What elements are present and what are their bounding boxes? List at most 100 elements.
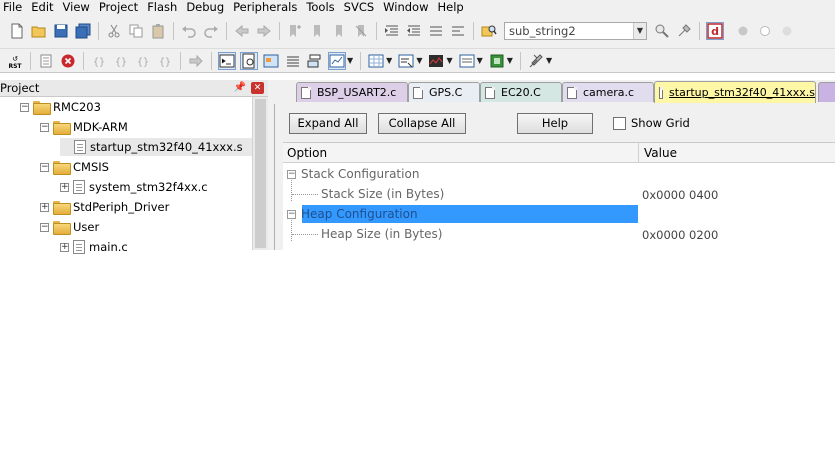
breakpoint-clear-icon[interactable]: [778, 22, 796, 40]
breakpoint-enable-icon[interactable]: [756, 22, 774, 40]
find-in-files-icon[interactable]: [480, 22, 498, 40]
toolbox-dropdown-icon[interactable]: ▼: [546, 56, 552, 65]
menu-debug[interactable]: Debug: [183, 0, 230, 14]
collapse-icon[interactable]: −: [40, 222, 49, 232]
show-grid-label[interactable]: Show Grid: [631, 116, 690, 130]
tab-camera[interactable]: camera.c: [562, 82, 654, 102]
menu-flash[interactable]: Flash: [144, 0, 183, 14]
bookmark-prev-icon[interactable]: [308, 22, 326, 40]
save-all-icon[interactable]: [74, 22, 92, 40]
redo-icon[interactable]: [202, 22, 220, 40]
help-button[interactable]: Help: [517, 113, 593, 134]
reset-rst-icon[interactable]: ↺ RST: [6, 52, 24, 70]
expand-icon[interactable]: +: [40, 202, 49, 212]
tree-folder[interactable]: − MDK-ARM: [40, 118, 128, 136]
analysis-icon[interactable]: [427, 52, 445, 70]
tree-folder[interactable]: + StdPeriph_Driver: [40, 198, 169, 216]
system-viewer-icon[interactable]: [488, 52, 506, 70]
search-combo[interactable]: sub_string2 ▼: [504, 22, 647, 40]
option-value[interactable]: 0x0000 0400: [642, 188, 718, 202]
menu-svcs[interactable]: SVCS: [341, 0, 381, 14]
memory-icon[interactable]: [367, 52, 385, 70]
serial-icon[interactable]: [397, 52, 415, 70]
nav-back-icon[interactable]: [233, 22, 251, 40]
debug-session-icon[interactable]: d: [706, 22, 724, 40]
cut-icon[interactable]: [105, 22, 123, 40]
unindent-icon[interactable]: [405, 22, 423, 40]
menu-view[interactable]: View: [60, 0, 96, 14]
collapse-icon[interactable]: −: [40, 122, 49, 132]
project-scrollbar[interactable]: [252, 97, 268, 250]
tab-bsp-usart2[interactable]: BSP_USART2.c: [296, 82, 408, 102]
chevron-down-icon[interactable]: ▼: [633, 23, 646, 39]
close-icon[interactable]: ✕: [251, 82, 264, 94]
collapse-icon[interactable]: −: [287, 170, 296, 179]
comment-icon[interactable]: [427, 22, 445, 40]
option-row[interactable]: − Heap Configuration: [283, 204, 835, 224]
menu-tools[interactable]: Tools: [303, 0, 340, 14]
column-value[interactable]: Value: [644, 146, 677, 160]
option-row[interactable]: Heap Size (in Bytes) 0x0000 0200: [283, 224, 835, 244]
system-viewer-dropdown-icon[interactable]: ▼: [507, 56, 513, 65]
serial-dropdown-icon[interactable]: ▼: [416, 56, 422, 65]
option-row[interactable]: − Stack Configuration: [283, 164, 835, 184]
menu-file[interactable]: File: [0, 0, 28, 14]
stop-red-icon[interactable]: [59, 52, 77, 70]
expand-all-button[interactable]: Expand All: [289, 113, 367, 134]
collapse-icon[interactable]: −: [40, 162, 49, 172]
collapse-icon[interactable]: −: [20, 102, 29, 112]
tab-startup-active[interactable]: startup_stm32f40_41xxx.s: [654, 81, 816, 103]
tab-overflow[interactable]: [818, 82, 835, 102]
option-row[interactable]: Stack Size (in Bytes) 0x0000 0400: [283, 184, 835, 204]
pin-icon[interactable]: 📌: [234, 82, 246, 93]
collapse-icon[interactable]: −: [287, 210, 296, 219]
bookmark-set-icon[interactable]: [286, 22, 304, 40]
toolbox-icon[interactable]: [527, 52, 545, 70]
symbols-icon[interactable]: [262, 52, 280, 70]
menu-project[interactable]: Project: [96, 0, 144, 14]
new-file-icon[interactable]: [8, 22, 26, 40]
tab-gps[interactable]: GPS.C: [408, 82, 480, 102]
indent-icon[interactable]: [383, 22, 401, 40]
breakpoint-insert-icon[interactable]: [734, 22, 752, 40]
registers-icon[interactable]: [284, 52, 302, 70]
expand-icon[interactable]: +: [60, 182, 69, 192]
paste-icon[interactable]: [149, 22, 167, 40]
copy-icon[interactable]: [127, 22, 145, 40]
run-to-cursor-icon[interactable]: {}: [156, 52, 174, 70]
tree-file[interactable]: + system_stm32f4xx.c: [60, 178, 208, 196]
disassembly-icon[interactable]: [240, 51, 258, 70]
find-icon[interactable]: [653, 22, 671, 40]
configure-tools-icon[interactable]: [675, 22, 693, 40]
step-over-icon[interactable]: {}: [112, 52, 130, 70]
watch-dropdown-icon[interactable]: ▼: [347, 56, 353, 65]
save-icon[interactable]: [52, 22, 70, 40]
undo-icon[interactable]: [180, 22, 198, 40]
tree-target[interactable]: − RMC203: [20, 98, 101, 116]
trace-dropdown-icon[interactable]: ▼: [477, 56, 483, 65]
column-divider[interactable]: [638, 143, 639, 163]
tree-folder[interactable]: − User: [40, 218, 99, 236]
show-grid-checkbox[interactable]: [613, 117, 626, 130]
step-in-icon[interactable]: {}: [90, 52, 108, 70]
command-window-icon[interactable]: [218, 51, 236, 70]
memory-dropdown-icon[interactable]: ▼: [386, 56, 392, 65]
menu-help[interactable]: Help: [435, 0, 470, 14]
menu-peripherals[interactable]: Peripherals: [230, 0, 303, 14]
menu-window[interactable]: Window: [380, 0, 434, 14]
open-file-icon[interactable]: [30, 22, 48, 40]
step-out-icon[interactable]: {}: [134, 52, 152, 70]
collapse-all-button[interactable]: Collapse All: [378, 113, 466, 134]
tree-file[interactable]: startup_stm32f40_41xxx.s: [60, 138, 252, 156]
menu-edit[interactable]: Edit: [28, 0, 59, 14]
call-stack-icon[interactable]: [306, 52, 324, 70]
trace-icon[interactable]: [458, 52, 476, 70]
option-value[interactable]: 0x0000 0200: [642, 228, 718, 242]
tab-ec20[interactable]: EC20.C: [480, 82, 562, 102]
uncomment-icon[interactable]: [449, 22, 467, 40]
bookmark-clear-icon[interactable]: [352, 22, 370, 40]
run-text-icon[interactable]: [37, 52, 55, 70]
expand-icon[interactable]: +: [60, 242, 69, 252]
show-next-statement-icon[interactable]: [187, 52, 205, 70]
nav-forward-icon[interactable]: [255, 22, 273, 40]
